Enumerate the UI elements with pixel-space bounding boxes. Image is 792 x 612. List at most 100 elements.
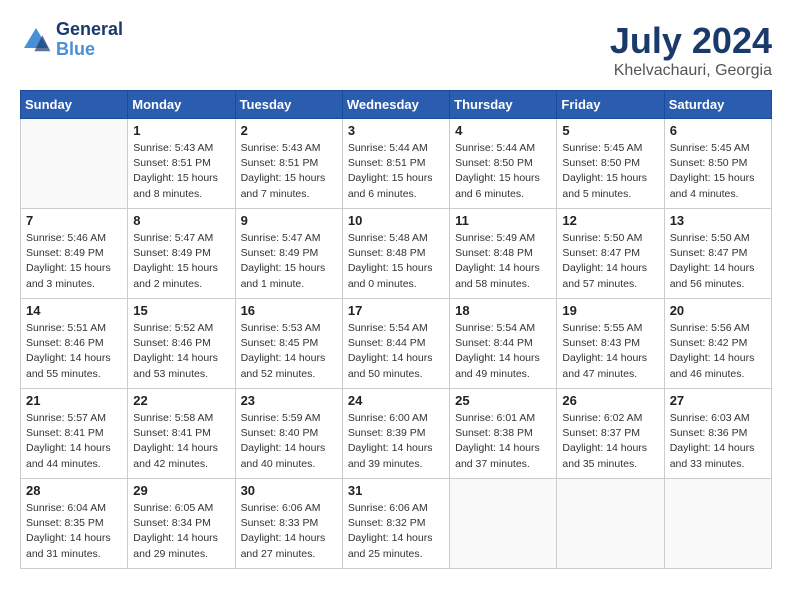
calendar-cell: 2 Sunrise: 5:43 AMSunset: 8:51 PMDaylight…	[235, 119, 342, 209]
day-info: Sunrise: 5:50 AMSunset: 8:47 PMDaylight:…	[670, 231, 766, 292]
location: Khelvachauri, Georgia	[610, 62, 772, 80]
day-number: 19	[562, 303, 658, 318]
day-info: Sunrise: 5:44 AMSunset: 8:51 PMDaylight:…	[348, 141, 444, 202]
calendar-cell: 23Sunrise: 5:59 AMSunset: 8:40 PMDayligh…	[235, 389, 342, 479]
day-number: 27	[670, 393, 766, 408]
day-number: 1	[133, 123, 229, 138]
weekday-header-monday: Monday	[128, 91, 235, 119]
day-number: 20	[670, 303, 766, 318]
day-info: Sunrise: 6:06 AMSunset: 8:33 PMDaylight:…	[241, 501, 337, 562]
day-number: 25	[455, 393, 551, 408]
day-number: 10	[348, 213, 444, 228]
day-number: 6	[670, 123, 766, 138]
day-info: Sunrise: 6:05 AMSunset: 8:34 PMDaylight:…	[133, 501, 229, 562]
day-info: Sunrise: 5:44 AMSunset: 8:50 PMDaylight:…	[455, 141, 551, 202]
calendar-cell	[21, 119, 128, 209]
day-info: Sunrise: 5:53 AMSunset: 8:45 PMDaylight:…	[241, 321, 337, 382]
day-info: Sunrise: 5:45 AMSunset: 8:50 PMDaylight:…	[670, 141, 766, 202]
calendar-cell: 10Sunrise: 5:48 AMSunset: 8:48 PMDayligh…	[342, 209, 449, 299]
day-number: 22	[133, 393, 229, 408]
day-number: 9	[241, 213, 337, 228]
day-info: Sunrise: 5:54 AMSunset: 8:44 PMDaylight:…	[348, 321, 444, 382]
calendar-cell: 3Sunrise: 5:44 AMSunset: 8:51 PMDaylight…	[342, 119, 449, 209]
calendar-cell	[450, 479, 557, 569]
day-number: 26	[562, 393, 658, 408]
day-info: Sunrise: 5:50 AMSunset: 8:47 PMDaylight:…	[562, 231, 658, 292]
calendar-cell: 28 Sunrise: 6:04 AMSunset: 8:35 PMDayligh…	[21, 479, 128, 569]
calendar-table: SundayMondayTuesdayWednesdayThursdayFrid…	[20, 90, 772, 569]
day-info: Sunrise: 5:46 AMSunset: 8:49 PMDaylight:…	[26, 231, 122, 292]
calendar-cell: 29 Sunrise: 6:05 AMSunset: 8:34 PMDayligh…	[128, 479, 235, 569]
day-info: Sunrise: 6:02 AMSunset: 8:37 PMDaylight:…	[562, 411, 658, 472]
day-number: 8	[133, 213, 229, 228]
calendar-cell: 8 Sunrise: 5:47 AMSunset: 8:49 PMDaylight…	[128, 209, 235, 299]
day-info: Sunrise: 5:52 AMSunset: 8:46 PMDaylight:…	[133, 321, 229, 382]
calendar-cell: 26 Sunrise: 6:02 AMSunset: 8:37 PMDayligh…	[557, 389, 664, 479]
day-info: Sunrise: 5:43 AMSunset: 8:51 PMDaylight:…	[133, 141, 229, 202]
calendar-cell: 13 Sunrise: 5:50 AMSunset: 8:47 PMDayligh…	[664, 209, 771, 299]
calendar-cell: 24 Sunrise: 6:00 AMSunset: 8:39 PMDayligh…	[342, 389, 449, 479]
calendar-cell: 11 Sunrise: 5:49 AMSunset: 8:48 PMDayligh…	[450, 209, 557, 299]
day-number: 18	[455, 303, 551, 318]
day-info: Sunrise: 5:49 AMSunset: 8:48 PMDaylight:…	[455, 231, 551, 292]
title-block: July 2024 Khelvachauri, Georgia	[610, 20, 772, 80]
weekday-header-sunday: Sunday	[21, 91, 128, 119]
calendar-week-4: 21 Sunrise: 5:57 AMSunset: 8:41 PMDayligh…	[21, 389, 772, 479]
calendar-cell: 22 Sunrise: 5:58 AMSunset: 8:41 PMDayligh…	[128, 389, 235, 479]
day-number: 15	[133, 303, 229, 318]
day-info: Sunrise: 5:54 AMSunset: 8:44 PMDaylight:…	[455, 321, 551, 382]
day-info: Sunrise: 5:58 AMSunset: 8:41 PMDaylight:…	[133, 411, 229, 472]
day-info: Sunrise: 5:55 AMSunset: 8:43 PMDaylight:…	[562, 321, 658, 382]
calendar-cell: 1 Sunrise: 5:43 AMSunset: 8:51 PMDaylight…	[128, 119, 235, 209]
day-info: Sunrise: 5:47 AMSunset: 8:49 PMDaylight:…	[241, 231, 337, 292]
day-number: 2	[241, 123, 337, 138]
day-info: Sunrise: 5:57 AMSunset: 8:41 PMDaylight:…	[26, 411, 122, 472]
day-info: Sunrise: 6:04 AMSunset: 8:35 PMDaylight:…	[26, 501, 122, 562]
calendar-cell: 5Sunrise: 5:45 AMSunset: 8:50 PMDaylight…	[557, 119, 664, 209]
calendar-cell: 25 Sunrise: 6:01 AMSunset: 8:38 PMDayligh…	[450, 389, 557, 479]
calendar-week-2: 7Sunrise: 5:46 AMSunset: 8:49 PMDaylight…	[21, 209, 772, 299]
calendar-cell: 17Sunrise: 5:54 AMSunset: 8:44 PMDayligh…	[342, 299, 449, 389]
day-number: 31	[348, 483, 444, 498]
calendar-cell	[557, 479, 664, 569]
day-number: 14	[26, 303, 122, 318]
day-number: 12	[562, 213, 658, 228]
calendar-cell: 31 Sunrise: 6:06 AMSunset: 8:32 PMDayligh…	[342, 479, 449, 569]
calendar-week-5: 28 Sunrise: 6:04 AMSunset: 8:35 PMDayligh…	[21, 479, 772, 569]
logo-icon	[20, 24, 52, 56]
page-header: General Blue July 2024 Khelvachauri, Geo…	[20, 20, 772, 80]
calendar-week-1: 1 Sunrise: 5:43 AMSunset: 8:51 PMDaylight…	[21, 119, 772, 209]
day-info: Sunrise: 5:56 AMSunset: 8:42 PMDaylight:…	[670, 321, 766, 382]
calendar-cell: 4 Sunrise: 5:44 AMSunset: 8:50 PMDaylight…	[450, 119, 557, 209]
day-number: 4	[455, 123, 551, 138]
calendar-week-3: 14Sunrise: 5:51 AMSunset: 8:46 PMDayligh…	[21, 299, 772, 389]
calendar-header: SundayMondayTuesdayWednesdayThursdayFrid…	[21, 91, 772, 119]
calendar-cell: 7Sunrise: 5:46 AMSunset: 8:49 PMDaylight…	[21, 209, 128, 299]
day-number: 29	[133, 483, 229, 498]
weekday-header-saturday: Saturday	[664, 91, 771, 119]
month-title: July 2024	[610, 20, 772, 62]
calendar-cell: 12 Sunrise: 5:50 AMSunset: 8:47 PMDayligh…	[557, 209, 664, 299]
day-number: 13	[670, 213, 766, 228]
logo: General Blue	[20, 20, 123, 60]
day-info: Sunrise: 5:43 AMSunset: 8:51 PMDaylight:…	[241, 141, 337, 202]
weekday-header-wednesday: Wednesday	[342, 91, 449, 119]
weekday-header-thursday: Thursday	[450, 91, 557, 119]
calendar-cell: 20 Sunrise: 5:56 AMSunset: 8:42 PMDayligh…	[664, 299, 771, 389]
calendar-cell: 14Sunrise: 5:51 AMSunset: 8:46 PMDayligh…	[21, 299, 128, 389]
day-info: Sunrise: 6:00 AMSunset: 8:39 PMDaylight:…	[348, 411, 444, 472]
calendar-cell: 19 Sunrise: 5:55 AMSunset: 8:43 PMDayligh…	[557, 299, 664, 389]
day-info: Sunrise: 5:47 AMSunset: 8:49 PMDaylight:…	[133, 231, 229, 292]
day-number: 30	[241, 483, 337, 498]
day-number: 24	[348, 393, 444, 408]
calendar-cell: 30 Sunrise: 6:06 AMSunset: 8:33 PMDayligh…	[235, 479, 342, 569]
day-number: 21	[26, 393, 122, 408]
day-number: 11	[455, 213, 551, 228]
calendar-cell: 16Sunrise: 5:53 AMSunset: 8:45 PMDayligh…	[235, 299, 342, 389]
day-info: Sunrise: 5:45 AMSunset: 8:50 PMDaylight:…	[562, 141, 658, 202]
day-info: Sunrise: 6:01 AMSunset: 8:38 PMDaylight:…	[455, 411, 551, 472]
day-info: Sunrise: 6:06 AMSunset: 8:32 PMDaylight:…	[348, 501, 444, 562]
calendar-cell: 6 Sunrise: 5:45 AMSunset: 8:50 PMDaylight…	[664, 119, 771, 209]
calendar-cell	[664, 479, 771, 569]
day-number: 28	[26, 483, 122, 498]
